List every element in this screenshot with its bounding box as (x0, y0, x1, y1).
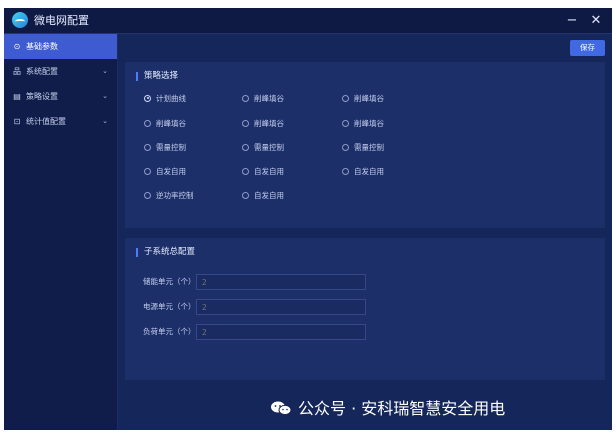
radio-icon (342, 94, 349, 102)
radio-checked-icon (144, 94, 151, 102)
title-bar: 微电网配置 − ✕ (4, 8, 612, 34)
hierarchy-icon: 品 (13, 67, 21, 76)
radio-icon (242, 191, 249, 199)
strategy-option[interactable]: 需量控制 (144, 142, 186, 154)
storage-units-input[interactable] (196, 274, 366, 290)
sidebar-item-system-config[interactable]: 品系统配置 ⌄ (4, 59, 117, 84)
radio-icon (242, 143, 249, 151)
strategy-option[interactable]: 削峰填谷 (342, 118, 384, 130)
radio-icon (342, 119, 349, 127)
radio-icon (144, 143, 151, 151)
power-units-input[interactable] (196, 299, 366, 315)
strategy-option[interactable]: 需量控制 (342, 142, 384, 154)
minimize-button[interactable]: − (560, 8, 584, 33)
chevron-down-icon: ⌄ (102, 92, 108, 100)
sidebar-item-strategy-settings[interactable]: ▤ 策略设置 ⌄ (4, 84, 117, 109)
strategy-option[interactable]: 自发自用 (144, 166, 186, 178)
strategy-option[interactable]: 自发自用 (342, 166, 384, 178)
radio-icon (144, 167, 151, 175)
power-units-label: 电源单元（个） (143, 302, 196, 311)
radio-icon (342, 143, 349, 151)
strategy-option[interactable]: 削峰填谷 (242, 118, 284, 130)
sidebar-item-label: 基础参数 (26, 42, 58, 51)
sidebar-item-statistics-config[interactable]: ⊡ 统计值配置 ⌄ (4, 109, 117, 134)
storage-units-label: 储能单元（个） (143, 277, 196, 286)
strategy-option[interactable]: 需量控制 (242, 142, 284, 154)
radio-icon (242, 119, 249, 127)
load-units-input[interactable] (196, 324, 366, 340)
strategy-option[interactable]: 计划曲线 (144, 93, 186, 105)
subsystem-panel: 子系统总配置 储能单元（个） 电源单元（个） 负荷单元（个） (125, 238, 605, 380)
strategy-option[interactable]: 削峰填谷 (242, 93, 284, 105)
radio-icon (144, 191, 151, 199)
save-button[interactable]: 保存 (570, 40, 605, 56)
window-title: 微电网配置 (34, 14, 89, 27)
app-logo-icon (12, 12, 28, 28)
load-units-label: 负荷单元（个） (143, 327, 196, 336)
watermark-text: 公众号 · 安科瑞智慧安全用电 (298, 399, 506, 418)
sidebar-item-label: 统计值配置 (26, 117, 66, 126)
sidebar: ⊙ 基础参数 品系统配置 ⌄ ▤ 策略设置 ⌄ ⊡ 统计值配置 ⌄ (4, 34, 118, 430)
strategy-panel: 策略选择 计划曲线 削峰填谷 削峰填谷 削峰填谷 削峰填谷 削峰填谷 需量控制 … (125, 62, 605, 228)
monitor-icon: ⊡ (13, 117, 21, 126)
subsystem-panel-title: 子系统总配置 (136, 248, 195, 257)
radio-icon (242, 167, 249, 175)
sidebar-item-label: 系统配置 (26, 67, 58, 76)
strategy-option[interactable]: 逆功率控制 (144, 190, 194, 202)
sidebar-item-label: 策略设置 (26, 92, 58, 101)
strategy-option[interactable]: 自发自用 (242, 190, 284, 202)
strategy-option[interactable]: 削峰填谷 (342, 93, 384, 105)
chevron-down-icon: ⌄ (102, 67, 108, 75)
close-button[interactable]: ✕ (584, 8, 608, 33)
settings-circle-icon: ⊙ (13, 42, 21, 51)
radio-icon (144, 119, 151, 127)
wechat-icon (271, 401, 292, 415)
strategy-panel-title: 策略选择 (136, 72, 178, 81)
strategy-option[interactable]: 削峰填谷 (144, 118, 186, 130)
sidebar-item-basic-params[interactable]: ⊙ 基础参数 (4, 34, 117, 59)
radio-icon (342, 167, 349, 175)
watermark: 公众号 · 安科瑞智慧安全用电 (270, 396, 505, 422)
main-content: 保存 策略选择 计划曲线 削峰填谷 削峰填谷 削峰填谷 削峰填谷 削峰填谷 需量… (118, 34, 612, 430)
app-window: 微电网配置 − ✕ ⊙ 基础参数 品系统配置 ⌄ ▤ 策略设置 ⌄ ⊡ 统计值配置 ⌄… (4, 8, 612, 430)
strategy-option[interactable]: 自发自用 (242, 166, 284, 178)
list-icon: ▤ (13, 92, 21, 101)
radio-icon (242, 94, 249, 102)
chevron-down-icon: ⌄ (102, 117, 108, 125)
